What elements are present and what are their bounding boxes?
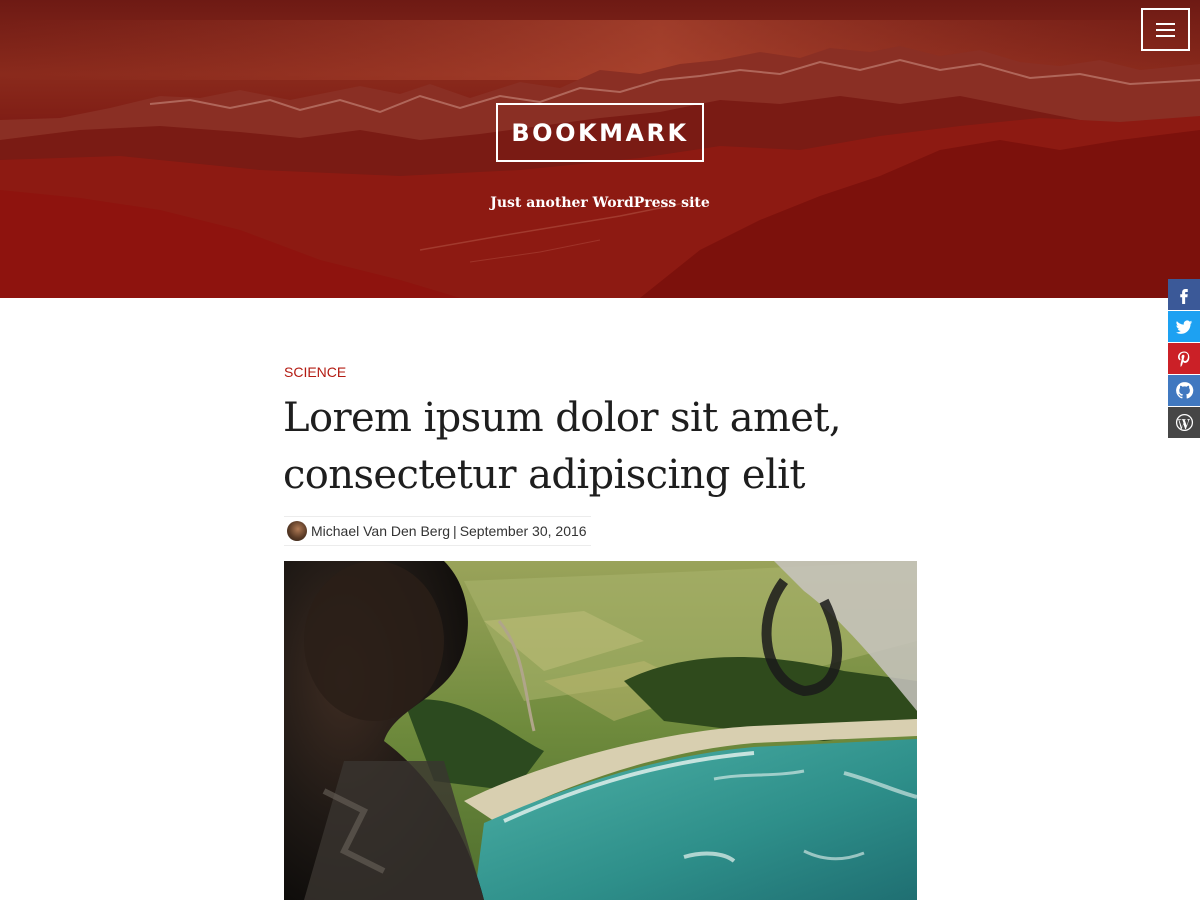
github-link[interactable] — [1168, 375, 1200, 406]
site-header: BOOKMARK Just another WordPress site — [0, 0, 1200, 298]
pinterest-link[interactable] — [1168, 343, 1200, 374]
featured-image-illustration — [284, 561, 917, 900]
author-link[interactable]: Michael Van Den Berg — [311, 523, 450, 539]
post-byline: Michael Van Den Berg | September 30, 201… — [284, 516, 591, 546]
twitter-icon — [1175, 319, 1193, 334]
post-title[interactable]: Lorem ipsum dolor sit amet, consectetur … — [283, 390, 923, 504]
menu-toggle-button[interactable] — [1141, 8, 1190, 51]
facebook-icon — [1180, 288, 1188, 304]
site-tagline: Just another WordPress site — [490, 195, 710, 211]
pinterest-icon — [1178, 351, 1190, 367]
facebook-link[interactable] — [1168, 279, 1200, 310]
avatar — [287, 521, 307, 541]
hamburger-menu-icon-bar — [1156, 35, 1175, 37]
featured-image — [284, 561, 917, 900]
site-title-link[interactable]: BOOKMARK — [496, 103, 704, 162]
wordpress-link[interactable] — [1168, 407, 1200, 438]
post-date-link[interactable]: September 30, 2016 — [460, 523, 587, 539]
byline-separator: | — [453, 523, 457, 539]
category-link[interactable]: SCIENCE — [284, 364, 346, 380]
social-share-bar — [1168, 279, 1200, 439]
wordpress-icon — [1175, 413, 1193, 432]
github-icon — [1175, 382, 1193, 399]
twitter-link[interactable] — [1168, 311, 1200, 342]
hamburger-menu-icon — [1156, 23, 1175, 25]
hamburger-menu-icon-bar — [1156, 29, 1175, 31]
